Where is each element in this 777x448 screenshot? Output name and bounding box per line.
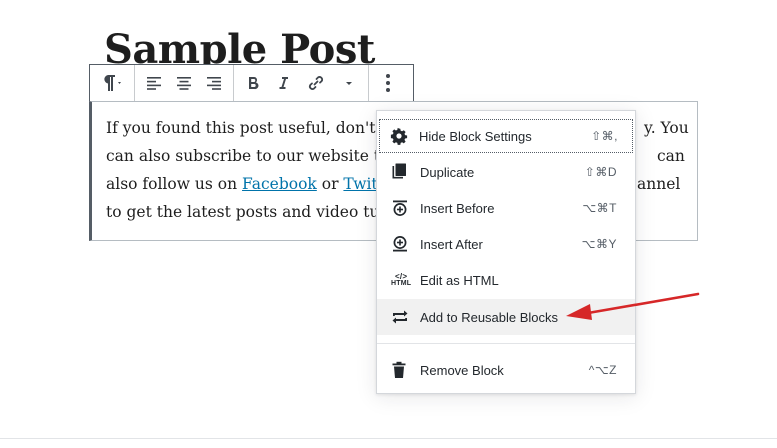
paragraph-line-text: or [316,175,344,193]
formatting-group [234,65,369,101]
paragraph-line-text: can [657,147,685,165]
html-icon-top: </> [395,272,408,281]
facebook-link[interactable]: Facebook [242,175,317,193]
more-formatting-button[interactable] [334,65,364,101]
bold-icon [249,77,259,90]
pilcrow-icon [104,75,121,91]
align-center-button[interactable] [169,65,199,101]
menu-item-shortcut: ⇧⌘, [591,129,618,143]
reusable-icon [391,309,417,325]
menu-item-shortcut: ^⌥Z [588,363,617,377]
align-left-icon [147,77,161,90]
menu-item-shortcut: ⌥⌘Y [581,237,617,251]
menu-item-shortcut: ⌥⌘T [582,201,617,215]
block-settings-menu: Hide Block Settings ⇧⌘, Duplicate ⇧⌘D In… [376,110,636,394]
insert-before-item[interactable]: Insert Before ⌥⌘T [381,191,631,225]
paragraph-line-text: to get the latest posts and video tuto [106,203,395,221]
bold-button[interactable] [238,65,268,101]
paragraph-line-text: also follow us on [106,175,243,193]
menu-item-label: Insert Before [420,200,495,216]
more-options-group [369,65,407,101]
menu-item-shortcut: ⇧⌘D [584,165,617,179]
paragraph-line-text: annel [637,175,681,193]
link-button[interactable] [298,65,334,101]
italic-button[interactable] [268,65,298,101]
paragraph-line-text: If you found this post useful, don't f [106,119,387,137]
block-toolbar [89,64,414,102]
remove-block-item[interactable]: Remove Block ^⌥Z [381,353,631,387]
more-options-button[interactable] [373,65,403,101]
duplicate-icon [391,163,417,181]
menu-item-label: Remove Block [420,362,504,378]
italic-icon [279,77,288,89]
editor-bottom-divider [0,438,777,439]
insert-after-icon [391,235,417,253]
alignment-group [135,65,234,101]
align-right-button[interactable] [199,65,229,101]
align-left-button[interactable] [139,65,169,101]
html-icon-bottom: HTML [391,280,412,287]
link-icon [308,76,324,90]
duplicate-item[interactable]: Duplicate ⇧⌘D [381,155,631,189]
menu-divider [377,343,635,344]
paragraph-line-text: y. You [644,119,689,137]
insert-after-item[interactable]: Insert After ⌥⌘Y [381,227,631,261]
html-icon: </> HTML [391,272,417,288]
annotation-arrow [566,292,700,320]
align-center-icon [177,77,191,90]
chevron-down-icon [346,82,352,85]
paragraph-line-text: can also subscribe to our website to [106,147,390,165]
more-vertical-icon [386,74,390,92]
trash-icon [391,361,417,379]
menu-item-label: Duplicate [420,164,475,180]
align-right-icon [207,77,221,90]
gear-icon [390,127,416,145]
menu-item-label: Insert After [420,236,483,252]
block-type-group [90,65,135,101]
html-icon-glyph: </> HTML [391,272,412,288]
insert-before-icon [391,199,417,217]
menu-item-label: Hide Block Settings [419,128,532,144]
block-type-button[interactable] [94,65,130,101]
hide-block-settings-item[interactable]: Hide Block Settings ⇧⌘, [379,119,633,153]
